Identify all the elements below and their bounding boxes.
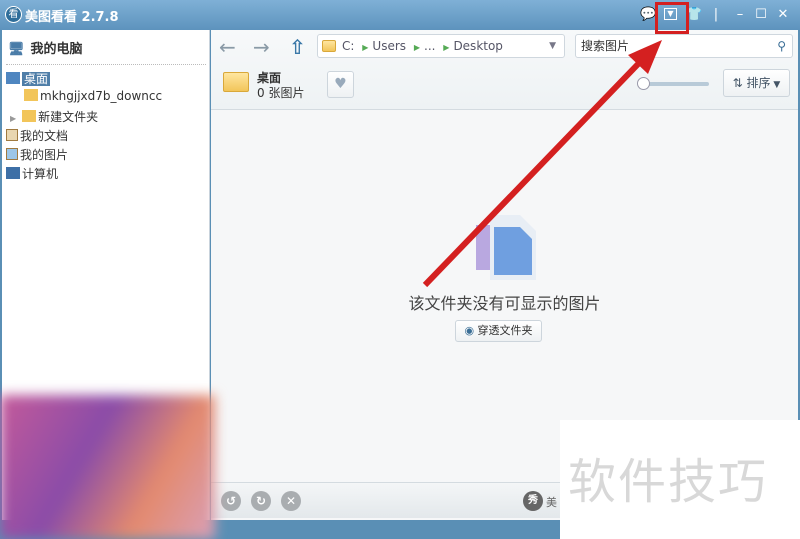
annotation-arrow — [422, 40, 662, 288]
arrow-shaft — [422, 59, 643, 288]
